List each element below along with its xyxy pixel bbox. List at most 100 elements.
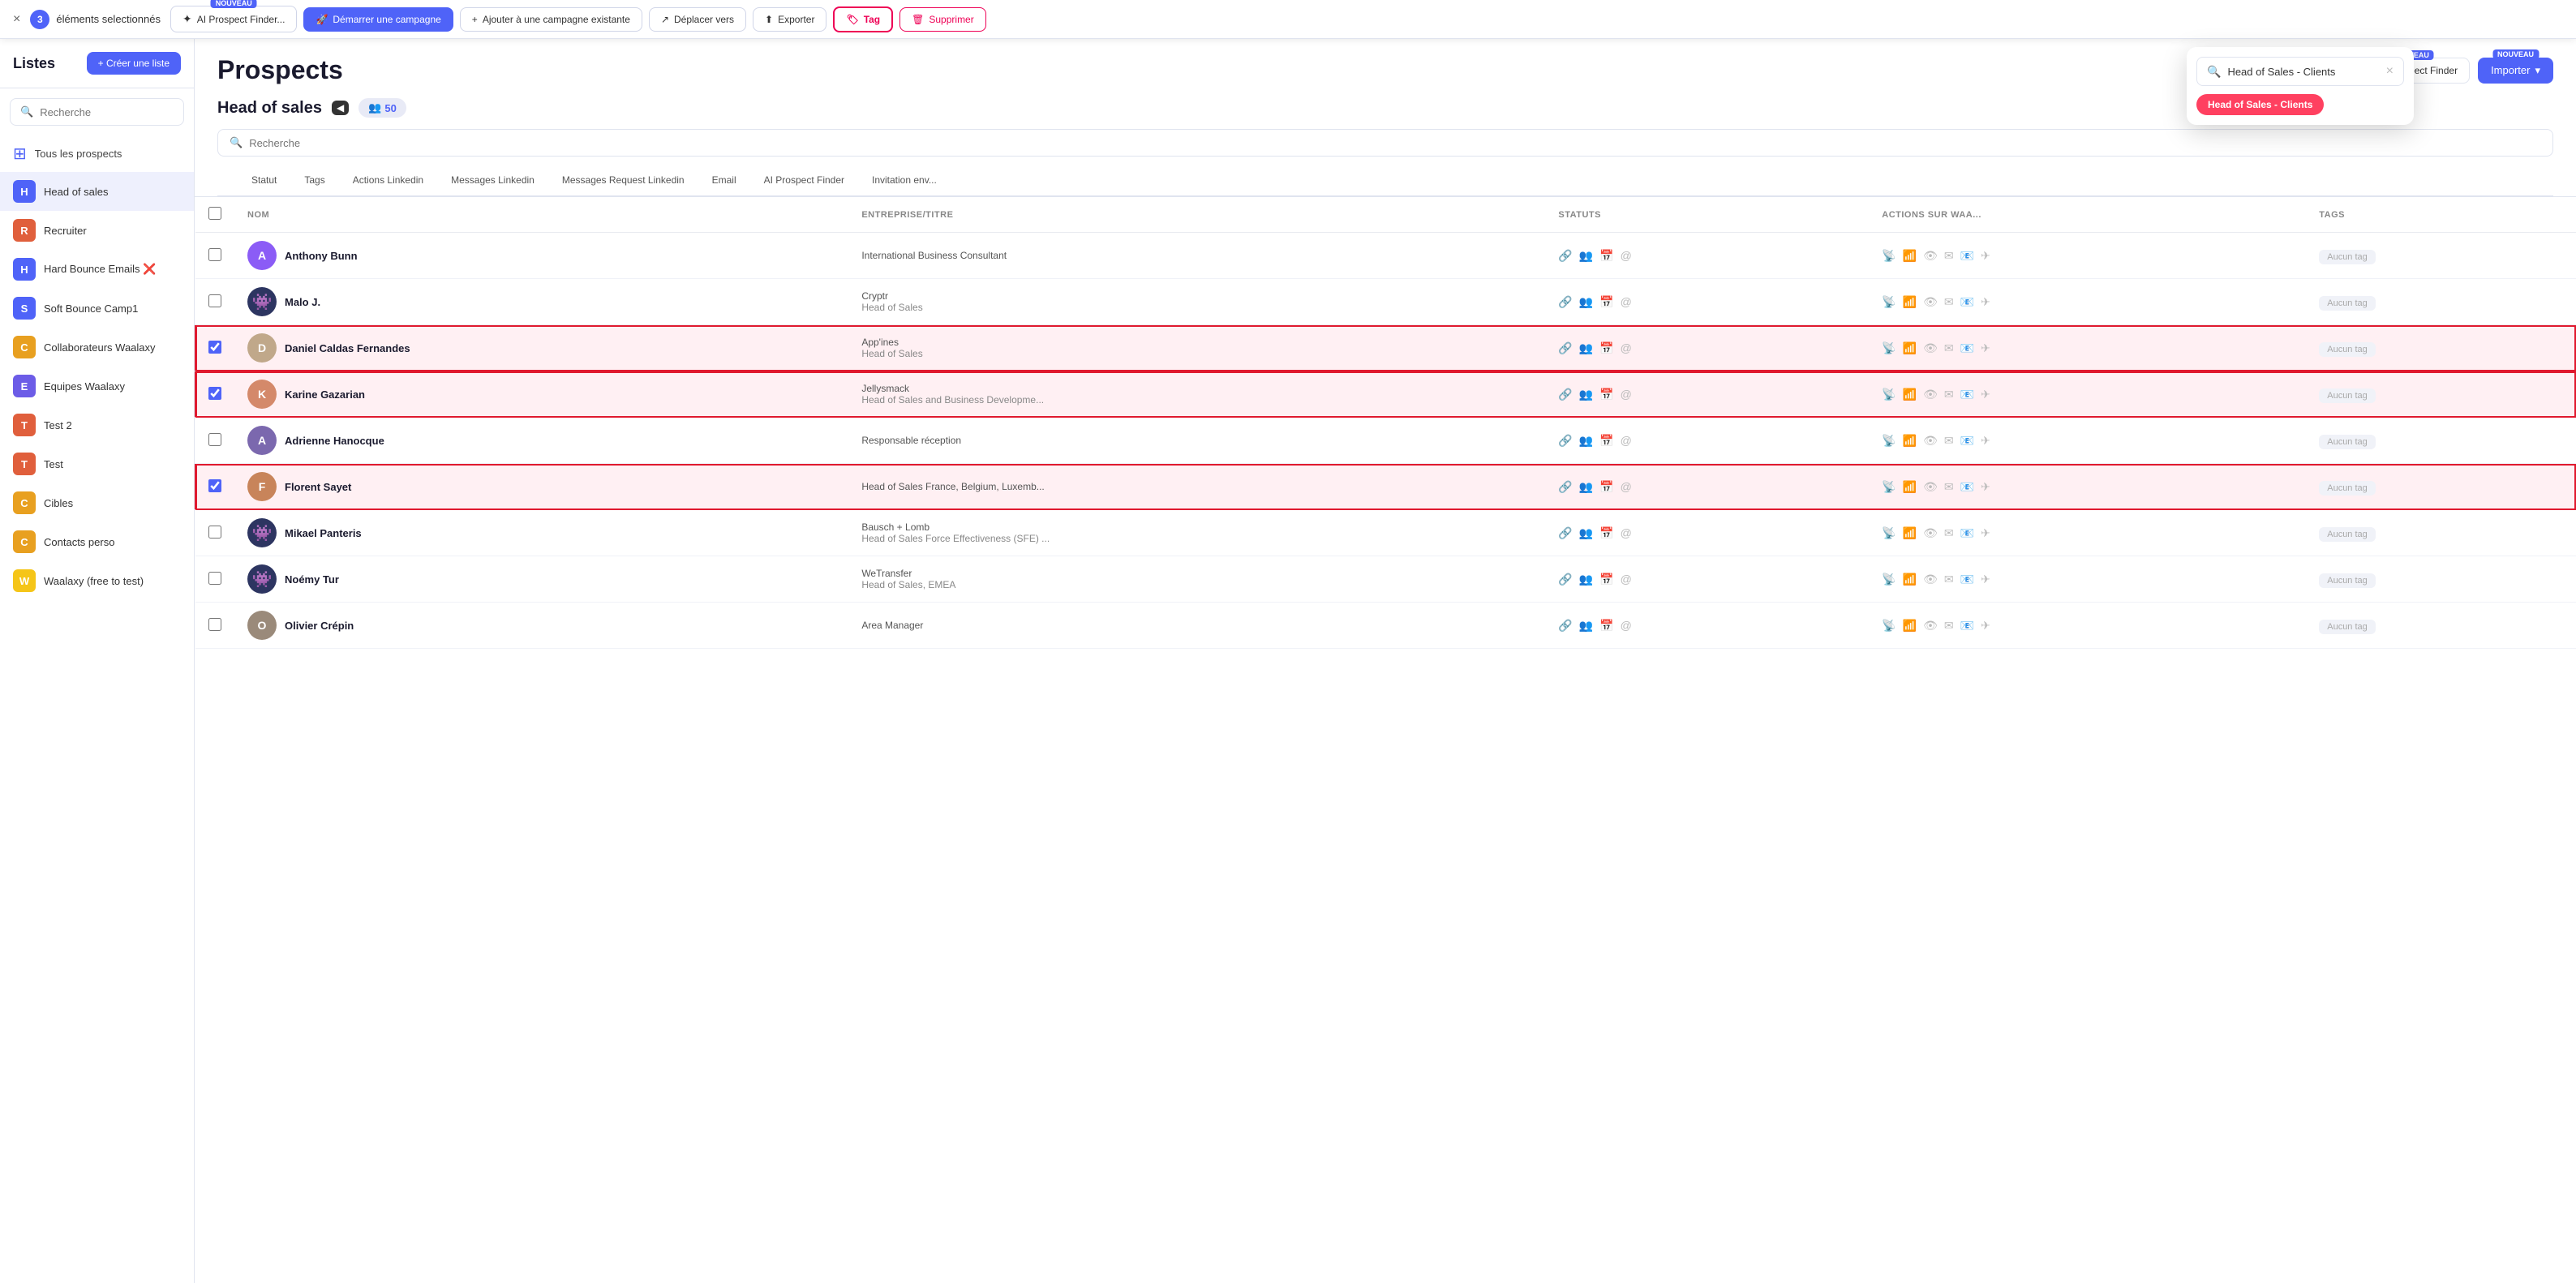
people-icon-4[interactable]: 👥 bbox=[1579, 388, 1593, 401]
calendar-icon-3[interactable]: 📅 bbox=[1599, 341, 1613, 355]
waa-icon4-7[interactable]: ✉ bbox=[1944, 526, 1954, 540]
calendar-icon-5[interactable]: 📅 bbox=[1599, 434, 1613, 448]
waa-icon1-8[interactable]: 📡 bbox=[1882, 573, 1896, 586]
row-checkbox-9[interactable] bbox=[208, 618, 221, 631]
row-checkbox-7[interactable] bbox=[208, 526, 221, 539]
sidebar-item-test2[interactable]: T Test 2 bbox=[0, 405, 194, 444]
waa-icon2-8[interactable]: 📶 bbox=[1903, 573, 1917, 586]
link-icon-4[interactable]: 🔗 bbox=[1558, 388, 1572, 401]
waa-icon3-7[interactable]: 👁 bbox=[1923, 526, 1938, 540]
filter-tab-3[interactable]: Messages Linkedin bbox=[440, 166, 546, 195]
row-checkbox-cell-3[interactable] bbox=[195, 325, 235, 371]
waa-icon6-2[interactable]: ✈ bbox=[1981, 295, 1990, 309]
link-icon-8[interactable]: 🔗 bbox=[1558, 573, 1572, 586]
waa-icon1-6[interactable]: 📡 bbox=[1882, 480, 1896, 494]
calendar-icon-2[interactable]: 📅 bbox=[1599, 295, 1613, 309]
at-icon-4[interactable]: @ bbox=[1621, 388, 1632, 401]
waa-icon3-3[interactable]: 👁 bbox=[1923, 341, 1938, 355]
waa-icon2-4[interactable]: 📶 bbox=[1903, 388, 1917, 401]
waa-icon4-2[interactable]: ✉ bbox=[1944, 295, 1954, 309]
people-icon-5[interactable]: 👥 bbox=[1579, 434, 1593, 448]
waa-icon2-3[interactable]: 📶 bbox=[1903, 341, 1917, 355]
link-icon-5[interactable]: 🔗 bbox=[1558, 434, 1572, 448]
row-checkbox-cell-6[interactable] bbox=[195, 464, 235, 510]
waa-icon3-9[interactable]: 👁 bbox=[1923, 619, 1938, 633]
at-icon-9[interactable]: @ bbox=[1621, 619, 1632, 633]
waa-icon1-2[interactable]: 📡 bbox=[1882, 295, 1896, 309]
calendar-icon-1[interactable]: 📅 bbox=[1599, 249, 1613, 263]
row-checkbox-cell-7[interactable] bbox=[195, 510, 235, 556]
link-icon-9[interactable]: 🔗 bbox=[1558, 619, 1572, 633]
sidebar-item-all-prospects[interactable]: ⊞ Tous les prospects bbox=[0, 135, 194, 172]
waa-icon5-5[interactable]: 📧 bbox=[1960, 434, 1974, 448]
waa-icon5-8[interactable]: 📧 bbox=[1960, 573, 1974, 586]
waa-icon3-8[interactable]: 👁 bbox=[1923, 573, 1938, 586]
at-icon-2[interactable]: @ bbox=[1621, 295, 1632, 309]
waa-icon2-5[interactable]: 📶 bbox=[1903, 434, 1917, 448]
at-icon-6[interactable]: @ bbox=[1621, 480, 1632, 494]
sidebar-item-hard-bounce[interactable]: H Hard Bounce Emails ❌ bbox=[0, 250, 194, 289]
waa-icon5-3[interactable]: 📧 bbox=[1960, 341, 1974, 355]
waa-icon4-8[interactable]: ✉ bbox=[1944, 573, 1954, 586]
filter-tab-0[interactable]: Statut bbox=[240, 166, 288, 195]
delete-button[interactable]: 🗑 Supprimer bbox=[899, 7, 986, 32]
link-icon-6[interactable]: 🔗 bbox=[1558, 480, 1572, 494]
filter-tab-7[interactable]: Invitation env... bbox=[861, 166, 948, 195]
people-icon-3[interactable]: 👥 bbox=[1579, 341, 1593, 355]
row-checkbox-1[interactable] bbox=[208, 248, 221, 261]
waa-icon6-5[interactable]: ✈ bbox=[1981, 434, 1990, 448]
row-checkbox-2[interactable] bbox=[208, 294, 221, 307]
waa-icon3-2[interactable]: 👁 bbox=[1923, 295, 1938, 309]
sidebar-item-test[interactable]: T Test bbox=[0, 444, 194, 483]
row-checkbox-8[interactable] bbox=[208, 572, 221, 585]
move-to-button[interactable]: ↗ Déplacer vers bbox=[649, 7, 746, 32]
waa-icon6-7[interactable]: ✈ bbox=[1981, 526, 1990, 540]
waa-icon5-4[interactable]: 📧 bbox=[1960, 388, 1974, 401]
tag-search-input[interactable] bbox=[2227, 66, 2379, 78]
waa-icon4-4[interactable]: ✉ bbox=[1944, 388, 1954, 401]
waa-icon6-8[interactable]: ✈ bbox=[1981, 573, 1990, 586]
waa-icon5-1[interactable]: 📧 bbox=[1960, 249, 1974, 263]
sidebar-search-input[interactable] bbox=[40, 106, 182, 118]
sidebar-item-cibles[interactable]: C Cibles bbox=[0, 483, 194, 522]
link-icon-2[interactable]: 🔗 bbox=[1558, 295, 1572, 309]
waa-icon4-6[interactable]: ✉ bbox=[1944, 480, 1954, 494]
calendar-icon-6[interactable]: 📅 bbox=[1599, 480, 1613, 494]
waa-icon2-1[interactable]: 📶 bbox=[1903, 249, 1917, 263]
export-button[interactable]: ⬆ Exporter bbox=[753, 7, 826, 32]
sidebar-item-equipes[interactable]: E Equipes Waalaxy bbox=[0, 367, 194, 405]
sidebar-item-contacts-perso[interactable]: C Contacts perso bbox=[0, 522, 194, 561]
sidebar-item-soft-bounce[interactable]: S Soft Bounce Camp1 bbox=[0, 289, 194, 328]
people-icon-1[interactable]: 👥 bbox=[1579, 249, 1593, 263]
filter-tab-1[interactable]: Tags bbox=[293, 166, 336, 195]
at-icon-1[interactable]: @ bbox=[1621, 249, 1632, 263]
row-checkbox-5[interactable] bbox=[208, 433, 221, 446]
sidebar-item-head-sales[interactable]: H Head of sales bbox=[0, 172, 194, 211]
calendar-icon-7[interactable]: 📅 bbox=[1599, 526, 1613, 540]
filter-tab-5[interactable]: Email bbox=[701, 166, 748, 195]
waa-icon1-3[interactable]: 📡 bbox=[1882, 341, 1896, 355]
people-icon-8[interactable]: 👥 bbox=[1579, 573, 1593, 586]
waa-icon4-5[interactable]: ✉ bbox=[1944, 434, 1954, 448]
sidebar-item-waalaxy-free[interactable]: W Waalaxy (free to test) bbox=[0, 561, 194, 600]
tag-button[interactable]: 🏷 Tag bbox=[833, 6, 893, 32]
tag-search-clear-icon[interactable]: × bbox=[2386, 64, 2394, 79]
filter-tab-2[interactable]: Actions Linkedin bbox=[341, 166, 435, 195]
waa-icon4-1[interactable]: ✉ bbox=[1944, 249, 1954, 263]
row-checkbox-cell-9[interactable] bbox=[195, 603, 235, 649]
waa-icon3-4[interactable]: 👁 bbox=[1923, 388, 1938, 401]
waa-icon1-5[interactable]: 📡 bbox=[1882, 434, 1896, 448]
tag-chip-head-of-sales-clients[interactable]: Head of Sales - Clients bbox=[2196, 94, 2324, 115]
waa-icon3-6[interactable]: 👁 bbox=[1923, 480, 1938, 494]
row-checkbox-4[interactable] bbox=[208, 387, 221, 400]
people-icon-9[interactable]: 👥 bbox=[1579, 619, 1593, 633]
waa-icon4-9[interactable]: ✉ bbox=[1944, 619, 1954, 633]
people-icon-6[interactable]: 👥 bbox=[1579, 480, 1593, 494]
row-checkbox-cell-4[interactable] bbox=[195, 371, 235, 418]
link-icon-1[interactable]: 🔗 bbox=[1558, 249, 1572, 263]
start-campaign-button[interactable]: 🚀 Démarrer une campagne bbox=[303, 7, 453, 32]
calendar-icon-4[interactable]: 📅 bbox=[1599, 388, 1613, 401]
at-icon-3[interactable]: @ bbox=[1621, 341, 1632, 355]
row-checkbox-cell-1[interactable] bbox=[195, 233, 235, 279]
import-button[interactable]: NOUVEAU Importer ▾ bbox=[2478, 58, 2553, 84]
